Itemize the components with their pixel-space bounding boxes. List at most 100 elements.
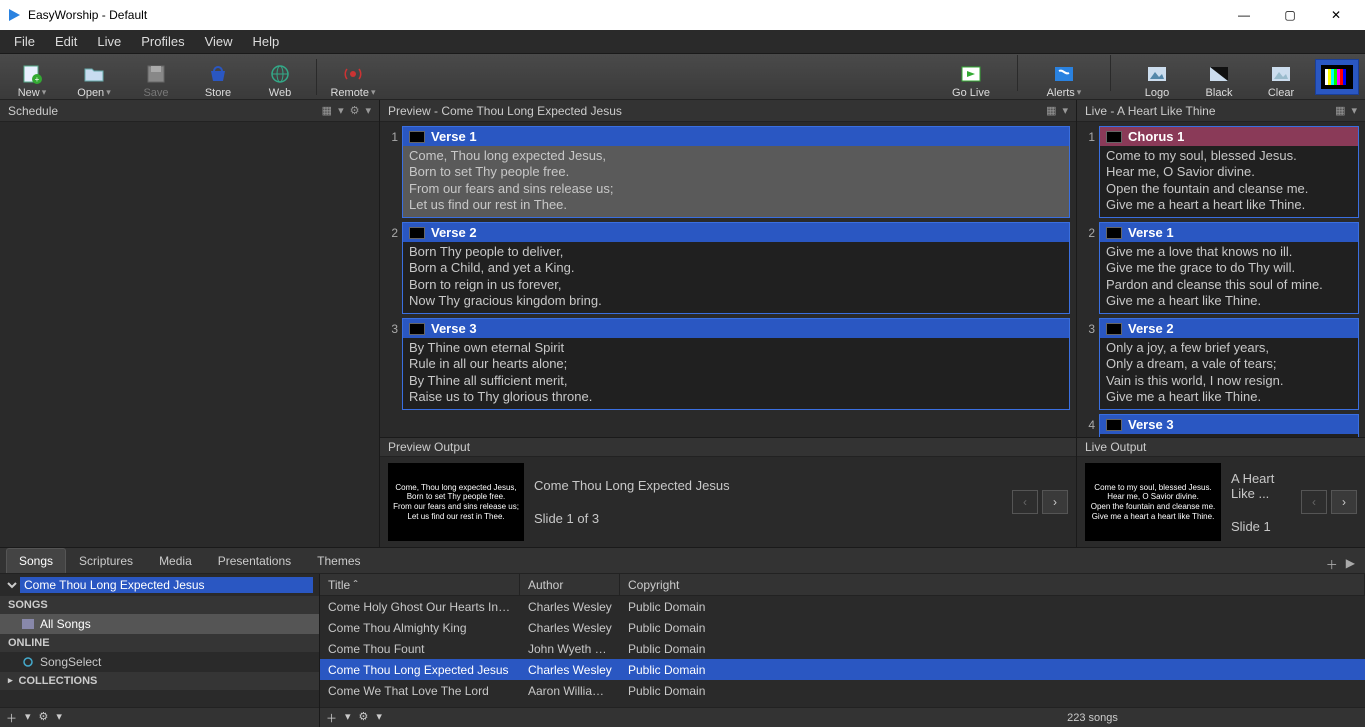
column-author[interactable]: Author [520,574,620,595]
minimize-button[interactable]: — [1221,0,1267,30]
table-settings-button[interactable]: ⚙ [359,710,369,726]
table-row[interactable]: Come Thou Long Expected JesusCharles Wes… [320,659,1365,680]
new-button[interactable]: +New▾ [6,55,58,99]
songs-icon [22,619,34,629]
column-copyright[interactable]: Copyright [620,574,1365,595]
preview-view-toggle[interactable]: ▦ [1046,104,1056,117]
library-play-button[interactable]: ▶ [1346,556,1355,573]
table-add-button[interactable]: ＋ [326,710,337,726]
save-button[interactable]: Save [130,55,182,99]
logo-button[interactable]: Logo [1131,55,1183,99]
sidebar-add-dropdown[interactable]: ▾ [25,710,31,726]
schedule-view-dropdown[interactable]: ▾ [338,104,344,117]
table-row[interactable]: Come Thou Almighty KingCharles WesleyPub… [320,617,1365,638]
clear-button[interactable]: Clear [1255,55,1307,99]
alerts-dropdown[interactable]: ▾ [1077,87,1082,98]
slide-title: Verse 3 [1128,417,1174,432]
section-collections[interactable]: ▸COLLECTIONS [0,672,319,690]
web-button[interactable]: Web [254,55,306,99]
library-panel: SongsScripturesMediaPresentationsThemes … [0,547,1365,727]
ribbon-toolbar: +New▾Open▾SaveStoreWeb Remote▾ Go Live Al… [0,54,1365,100]
slide-title: Verse 1 [431,129,477,144]
table-row[interactable]: Come We That Love The LordAaron Williams… [320,680,1365,701]
new-icon: + [21,63,43,85]
tab-songs[interactable]: Songs [6,548,66,573]
tree-item-songselect[interactable]: SongSelect [0,652,319,672]
slide-thumb-icon [409,323,425,335]
table-row[interactable]: Come Holy Ghost Our Hearts InspireCharle… [320,596,1365,617]
live-view-toggle[interactable]: ▦ [1335,104,1345,117]
search-input[interactable] [20,577,313,593]
schedule-body[interactable] [0,122,379,547]
menu-file[interactable]: File [4,31,45,52]
preview-view-dropdown[interactable]: ▾ [1062,104,1068,117]
preview-output-slideinfo: Slide 1 of 3 [534,511,1002,526]
schedule-panel: Schedule ▦ ▾ ⚙ ▾ [0,100,380,547]
live-next-button[interactable]: › [1331,490,1357,514]
remote-button[interactable]: Remote▾ [327,55,379,99]
slide-item[interactable]: 2Verse 1Give me a love that knows no ill… [1083,222,1359,314]
remote-icon [342,63,364,85]
section-online: ONLINE [0,634,319,652]
preview-next-button[interactable]: › [1042,490,1068,514]
tab-scriptures[interactable]: Scriptures [66,548,146,573]
schedule-settings-dropdown[interactable]: ▾ [365,104,371,117]
tab-presentations[interactable]: Presentations [205,548,304,573]
song-count: 223 songs [820,712,1365,724]
slide-lyrics: Give me a love that knows no ill.Give me… [1100,242,1358,313]
maximize-button[interactable]: ▢ [1267,0,1313,30]
table-row[interactable]: Come Thou FountJohn Wyeth Ro...Public Do… [320,638,1365,659]
library-add-button[interactable]: ＋ [1326,556,1338,573]
menu-edit[interactable]: Edit [45,31,87,52]
preview-output-panel: Preview Output Come, Thou long expected … [380,437,1076,547]
save-icon [145,63,167,85]
live-slide-list[interactable]: 1Chorus 1Come to my soul, blessed Jesus.… [1077,122,1365,437]
menu-profiles[interactable]: Profiles [131,31,194,52]
slide-thumb-icon [1106,419,1122,431]
preview-slide-list[interactable]: 1Verse 1Come, Thou long expected Jesus,B… [380,122,1076,437]
alerts-button[interactable]: Alerts▾ [1038,55,1090,99]
sidebar-add-button[interactable]: ＋ [6,710,17,726]
open-dropdown[interactable]: ▾ [106,87,111,98]
slide-item[interactable]: 1Chorus 1Come to my soul, blessed Jesus.… [1083,126,1359,218]
column-title[interactable]: Title ˆ [320,574,520,595]
table-add-dropdown[interactable]: ▾ [345,710,351,726]
close-button[interactable]: ✕ [1313,0,1359,30]
output-monitor-button[interactable] [1315,59,1359,95]
open-button[interactable]: Open▾ [68,55,120,99]
songselect-icon [22,657,34,667]
golive-button[interactable]: Go Live [945,55,997,99]
slide-item[interactable]: 2Verse 2Born Thy people to deliver,Born … [386,222,1070,314]
slide-item[interactable]: 4Verse 3Open mine eyes that I may see. [1083,414,1359,437]
tab-media[interactable]: Media [146,548,205,573]
menu-help[interactable]: Help [243,31,290,52]
app-logo-icon [6,7,22,23]
live-output-slideinfo: Slide 1 [1231,519,1291,534]
menu-live[interactable]: Live [87,31,131,52]
live-prev-button[interactable]: ‹ [1301,490,1327,514]
table-settings-dropdown[interactable]: ▾ [376,710,382,726]
search-mode-dropdown[interactable] [6,578,20,592]
library-table: Title ˆ Author Copyright Come Holy Ghost… [320,574,1365,727]
schedule-settings-icon[interactable]: ⚙ [350,104,360,117]
slide-lyrics: Come to my soul, blessed Jesus.Hear me, … [1100,146,1358,217]
preview-prev-button[interactable]: ‹ [1012,490,1038,514]
tab-themes[interactable]: Themes [304,548,373,573]
sidebar-settings-button[interactable]: ⚙ [39,710,49,726]
slide-lyrics: Only a joy, a few brief years,Only a dre… [1100,338,1358,409]
menu-view[interactable]: View [195,31,243,52]
live-view-dropdown[interactable]: ▾ [1351,104,1357,117]
store-button[interactable]: Store [192,55,244,99]
live-panel: Live - A Heart Like Thine ▦ ▾ 1Chorus 1C… [1077,100,1365,547]
remote-dropdown[interactable]: ▾ [371,87,376,98]
slide-item[interactable]: 1Verse 1Come, Thou long expected Jesus,B… [386,126,1070,218]
new-dropdown[interactable]: ▾ [42,87,47,98]
sidebar-settings-dropdown[interactable]: ▾ [56,710,62,726]
open-icon [83,63,105,85]
tree-item-all-songs[interactable]: All Songs [0,614,319,634]
schedule-view-toggle[interactable]: ▦ [322,104,332,117]
slide-item[interactable]: 3Verse 3By Thine own eternal SpiritRule … [386,318,1070,410]
slide-item[interactable]: 3Verse 2Only a joy, a few brief years,On… [1083,318,1359,410]
black-button[interactable]: Black [1193,55,1245,99]
svg-text:+: + [35,75,40,84]
